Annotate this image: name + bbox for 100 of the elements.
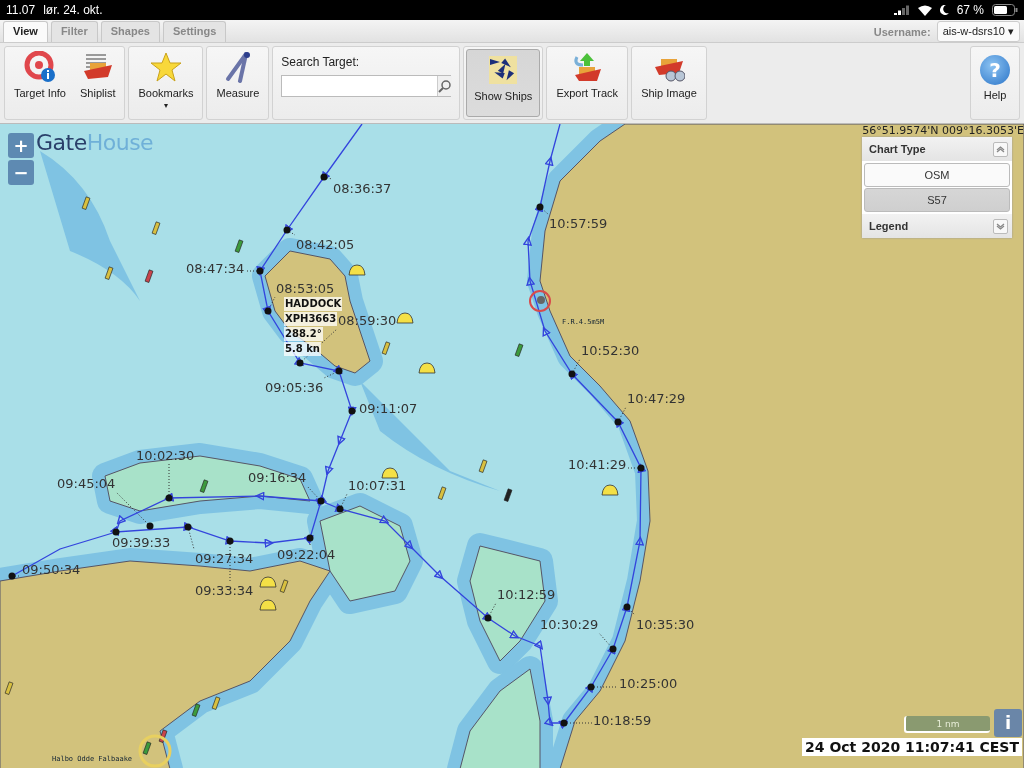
ship-label: HADDOCK: [284, 297, 343, 311]
buoy-icon: [104, 266, 114, 280]
wifi-icon: [917, 4, 932, 16]
help-icon: ?: [980, 55, 1010, 85]
buoy-icon: [191, 703, 201, 717]
track-point[interactable]: [320, 173, 328, 181]
toolbar-button[interactable]: Show Ships: [466, 49, 541, 117]
buoy-icon: [151, 221, 161, 235]
search-field[interactable]: [281, 75, 452, 97]
track-point[interactable]: [623, 603, 631, 611]
track-point[interactable]: [165, 494, 173, 502]
username-dropdown[interactable]: ais-w-dsrs10 ▾: [936, 21, 1020, 42]
collapse-button[interactable]: [993, 141, 1008, 157]
buoy-icon: [279, 579, 289, 593]
timestamp-label: 09:27:34: [195, 551, 254, 566]
username-label: Username:: [873, 25, 931, 38]
bell-buoy-icon: [381, 467, 399, 479]
timestamp-label: 10:12:59: [497, 587, 556, 602]
track-point[interactable]: [609, 645, 617, 653]
timestamp-label: 10:41:29: [568, 457, 627, 472]
timestamp: 24 Oct 2020 11:07:41 CEST: [802, 738, 1022, 756]
star-icon: [149, 51, 182, 83]
track-point[interactable]: [226, 537, 234, 545]
toolbar-button[interactable]: Ship Image: [634, 47, 704, 119]
search-button[interactable]: [437, 76, 453, 96]
expand-button[interactable]: [993, 218, 1008, 234]
track-point[interactable]: [112, 528, 120, 536]
timestamp-label: 10:18:59: [593, 713, 652, 728]
track-point[interactable]: [146, 522, 154, 530]
ship-label: 5.8 kn: [284, 342, 321, 356]
zoom-out-button[interactable]: −: [8, 160, 34, 185]
search-label: Search Target:: [281, 55, 361, 69]
track-point[interactable]: [484, 614, 492, 622]
track-point[interactable]: [336, 505, 344, 513]
toolbar-button[interactable]: Measure: [209, 47, 267, 119]
track-point[interactable]: [296, 359, 304, 367]
light-sector-icon: [138, 734, 172, 768]
buoy-icon: [381, 341, 391, 355]
track-point[interactable]: [8, 572, 16, 580]
track-point[interactable]: [317, 497, 325, 505]
track-point[interactable]: [614, 418, 622, 426]
timestamp-label: 09:39:33: [112, 535, 171, 550]
moon-icon: [939, 5, 949, 15]
search-icon: [438, 79, 453, 93]
timestamp-label: 08:53:05: [276, 281, 335, 296]
chart-type-option[interactable]: OSM: [864, 163, 1010, 187]
toolbar-button[interactable]: Export Track: [549, 47, 626, 119]
track-point[interactable]: [348, 407, 356, 415]
ships-icon: [487, 54, 520, 86]
track-point[interactable]: [587, 683, 595, 691]
timestamp-label: 09:22:04: [277, 547, 336, 562]
timestamp-label: 10:25:00: [619, 676, 678, 691]
buoy-icon: [158, 729, 168, 743]
track-point[interactable]: [256, 267, 264, 275]
toolbar-button[interactable]: Shiplist: [73, 47, 123, 119]
help-button[interactable]: ? Help: [973, 47, 1017, 119]
track-point[interactable]: [637, 464, 645, 472]
buoy-icon: [142, 741, 152, 755]
timestamp-label: 10:35:30: [636, 617, 695, 632]
status-date: lør. 24. okt.: [43, 3, 103, 17]
coordinates-label: 56°51.9574'N 009°16.3053'E: [862, 124, 1024, 137]
bell-buoy-icon: [259, 576, 277, 588]
chevron-up-icon: [996, 144, 1005, 154]
track-point[interactable]: [264, 307, 272, 315]
track-point[interactable]: [306, 534, 314, 542]
bell-buoy-icon: [348, 264, 366, 276]
timestamp-label: 08:36:37: [333, 181, 392, 196]
timestamp-label: 10:52:30: [581, 343, 640, 358]
zoom-in-button[interactable]: +: [8, 133, 34, 158]
track-point[interactable]: [536, 203, 544, 211]
timestamp-label: 10:02:30: [136, 448, 195, 463]
toolbar-button[interactable]: Bookmarks ▾: [131, 47, 201, 119]
track-point[interactable]: [283, 226, 291, 234]
bell-buoy-icon: [601, 484, 619, 496]
buoy-icon: [437, 486, 447, 500]
track-point[interactable]: [335, 367, 343, 375]
light-icon: [529, 290, 551, 312]
info-button[interactable]: i: [994, 709, 1022, 737]
buoy-icon: [4, 681, 14, 695]
timestamp-label: 10:30:29: [540, 617, 599, 632]
timestamp-label: 10:07:31: [348, 478, 407, 493]
scale-bar: 1 nm: [904, 716, 990, 733]
buoy-icon: [234, 239, 244, 253]
timestamp-label: 08:47:34: [186, 261, 245, 276]
timestamp-label: 08:42:05: [296, 237, 355, 252]
timestamp-label: 09:45:04: [57, 476, 116, 491]
chart-type-option[interactable]: S57: [864, 188, 1010, 212]
track-point[interactable]: [560, 719, 568, 727]
bell-buoy-icon: [418, 362, 436, 374]
signal-icon: [893, 5, 910, 15]
timestamp-label: 10:47:29: [627, 391, 686, 406]
track-point[interactable]: [184, 523, 192, 531]
battery-icon: [992, 4, 1018, 16]
buoy-icon: [514, 343, 524, 357]
tab[interactable]: View: [3, 21, 48, 42]
track-point[interactable]: [568, 370, 576, 378]
chevron-down-icon: [996, 221, 1005, 231]
ship-label: 288.2°: [284, 327, 323, 341]
toolbar-button[interactable]: Target Info: [7, 47, 73, 119]
ship-label: XPH3663: [284, 312, 338, 326]
